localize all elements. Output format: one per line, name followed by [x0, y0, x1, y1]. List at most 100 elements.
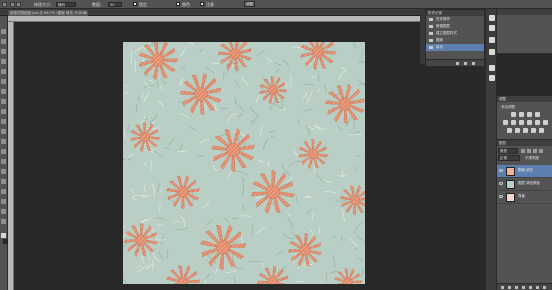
- checkbox-notice[interactable]: [200, 2, 204, 6]
- brush-tool-icon[interactable]: [1, 99, 6, 104]
- healing-tool-icon[interactable]: [1, 89, 6, 94]
- pen-tool-icon[interactable]: [1, 169, 6, 174]
- layers-tab[interactable]: 图层: [497, 140, 552, 146]
- selective-color-icon[interactable]: [539, 128, 544, 133]
- history-item[interactable]: 新建图层: [426, 23, 484, 30]
- history-step-icon: [429, 25, 433, 28]
- path-select-tool-icon[interactable]: [1, 189, 6, 194]
- layers-footer: [497, 283, 552, 290]
- document-tabs: 欧锦花园贴图.psd @ 66.7% (图案 填充, RGB/8) ×: [0, 9, 420, 16]
- new-snapshot-icon[interactable]: [456, 62, 459, 65]
- history-item[interactable]: 历史操作: [426, 16, 484, 23]
- history-item-label: 填充: [436, 45, 443, 49]
- layer-row[interactable]: 图案 填充: [497, 165, 552, 178]
- eyedropper-tool-icon[interactable]: [1, 79, 6, 84]
- folder-icon[interactable]: [529, 286, 532, 289]
- trash-icon[interactable]: [472, 62, 475, 65]
- black-white-icon[interactable]: [527, 120, 532, 125]
- stamp-tool-icon[interactable]: [1, 109, 6, 114]
- checkbox-color-label: 颜色: [182, 2, 190, 7]
- marquee-tool-icon[interactable]: [1, 39, 6, 44]
- eraser-tool-icon[interactable]: [1, 129, 6, 134]
- shape-tool-icon[interactable]: [1, 199, 6, 204]
- checkbox-color[interactable]: [176, 2, 180, 6]
- properties-panel-icon[interactable]: [489, 65, 495, 71]
- layer-row[interactable]: 背景: [497, 191, 552, 204]
- swatches-panel-icon[interactable]: [489, 25, 495, 31]
- eye-icon[interactable]: [499, 182, 503, 185]
- properties-tab[interactable]: [497, 9, 552, 15]
- tools-panel: [0, 9, 8, 290]
- checkbox-lock-label: 锁定: [139, 2, 147, 7]
- document-canvas[interactable]: [123, 42, 365, 284]
- invert-icon[interactable]: [507, 128, 512, 133]
- new-layer-icon[interactable]: [536, 286, 539, 289]
- tool-preset-icon[interactable]: [2, 2, 7, 7]
- styles-panel-icon[interactable]: [489, 49, 495, 55]
- hue-saturation-icon[interactable]: [511, 120, 516, 125]
- curves-icon[interactable]: [527, 112, 532, 117]
- link-icon[interactable]: [501, 286, 504, 289]
- brush-panel-icon[interactable]: [16, 2, 21, 7]
- photo-filter-icon[interactable]: [535, 120, 540, 125]
- blend-mode-select[interactable]: 正常: [498, 155, 520, 161]
- hand-tool-icon[interactable]: [1, 209, 6, 214]
- adjustments-panel-icon[interactable]: [489, 37, 495, 43]
- layer-name: 背景: [518, 194, 525, 198]
- type-tool-icon[interactable]: [1, 179, 6, 184]
- vibrance-icon[interactable]: [503, 120, 508, 125]
- gradient-tool-icon[interactable]: [1, 139, 6, 144]
- adjust-button[interactable]: 调整: [244, 1, 255, 7]
- history-item-label: 图案: [436, 38, 443, 42]
- foreground-color-swatch[interactable]: [1, 233, 6, 238]
- history-item[interactable]: 图案: [426, 37, 484, 44]
- trash-icon[interactable]: [543, 286, 546, 289]
- adjustments-tab[interactable]: 调整: [497, 96, 552, 102]
- move-tool-icon[interactable]: [1, 29, 6, 34]
- eye-icon[interactable]: [499, 169, 503, 172]
- history-item[interactable]: 填充: [426, 44, 484, 51]
- history-item-label: 历史操作: [436, 17, 450, 21]
- zoom-tool-icon[interactable]: [1, 219, 6, 224]
- layer-kind-filter[interactable]: 类型: [498, 148, 518, 154]
- exposure-icon[interactable]: [535, 112, 540, 117]
- dodge-tool-icon[interactable]: [1, 159, 6, 164]
- posterize-icon[interactable]: [515, 128, 520, 133]
- checkbox-lock[interactable]: [133, 2, 137, 6]
- layer-name: 图层 填充颜色: [518, 181, 541, 185]
- gradient-map-icon[interactable]: [531, 128, 536, 133]
- brush-picker-icon[interactable]: [10, 2, 15, 7]
- mode-select[interactable]: 随机: [56, 2, 76, 7]
- history-brush-tool-icon[interactable]: [1, 119, 6, 124]
- color-panel-icon[interactable]: [489, 15, 495, 21]
- options-bar: 修改大小： 随机 数值： 30 锁定 颜色 注意 调整: [0, 0, 552, 9]
- history-step-icon: [429, 46, 433, 49]
- magic-wand-tool-icon[interactable]: [1, 59, 6, 64]
- filter-adjust-icon[interactable]: [527, 149, 531, 153]
- history-step-icon: [429, 18, 433, 21]
- threshold-icon[interactable]: [523, 128, 528, 133]
- brightness-icon[interactable]: [511, 112, 516, 117]
- layer-row[interactable]: 图层 填充颜色: [497, 178, 552, 191]
- eye-icon[interactable]: [499, 195, 503, 198]
- history-item[interactable]: 建立图层样式: [426, 30, 484, 37]
- value-label: 数值：: [92, 2, 104, 7]
- filter-pixel-icon[interactable]: [521, 149, 525, 153]
- blur-tool-icon[interactable]: [1, 149, 6, 154]
- adjustment-layer-icon[interactable]: [522, 286, 525, 289]
- lasso-tool-icon[interactable]: [1, 49, 6, 54]
- fx-icon[interactable]: [508, 286, 511, 289]
- value-input[interactable]: 30: [108, 2, 122, 7]
- history-step-icon: [429, 39, 433, 42]
- levels-icon[interactable]: [519, 112, 524, 117]
- crop-tool-icon[interactable]: [1, 69, 6, 74]
- mask-icon[interactable]: [515, 286, 518, 289]
- color-balance-icon[interactable]: [519, 120, 524, 125]
- checkbox-notice-label: 注意: [206, 2, 214, 7]
- channel-mixer-icon[interactable]: [543, 120, 548, 125]
- layer-name: 图案 填充: [518, 168, 534, 172]
- info-panel-icon[interactable]: [489, 75, 495, 81]
- camera-icon[interactable]: [464, 62, 467, 65]
- filter-shape-icon[interactable]: [539, 149, 543, 153]
- filter-type-icon[interactable]: [533, 149, 537, 153]
